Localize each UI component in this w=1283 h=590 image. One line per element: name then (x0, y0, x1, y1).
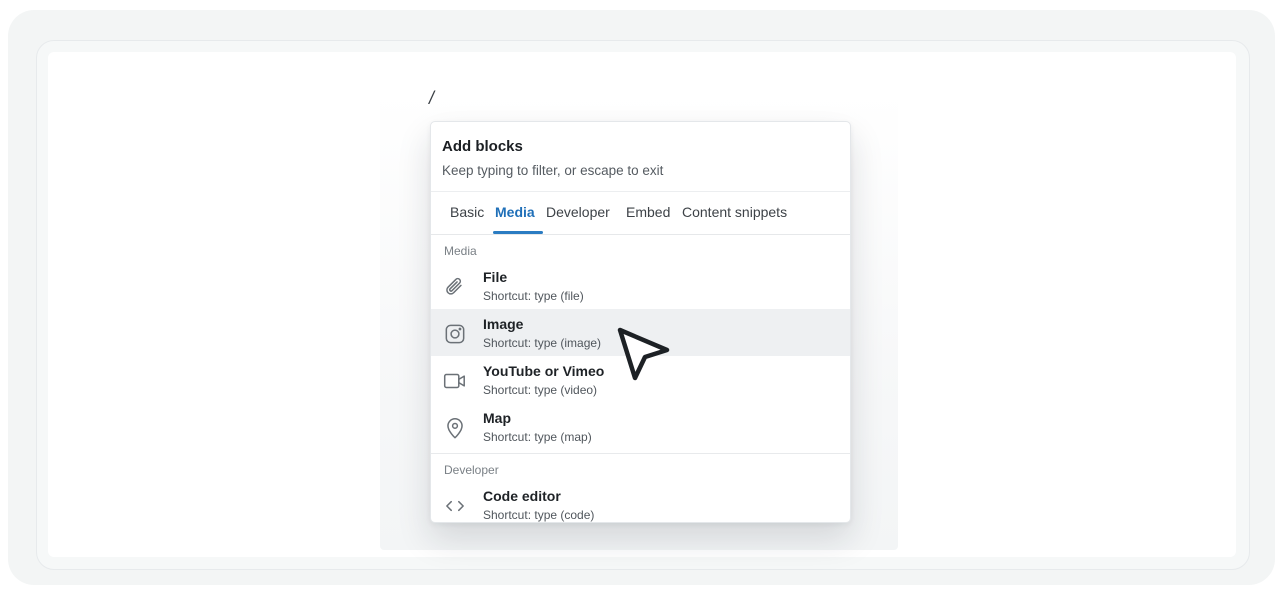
block-item-code-editor[interactable]: Code editor Shortcut: type (code) (431, 481, 850, 522)
section-label-developer: Developer (444, 463, 499, 477)
block-item-image[interactable]: Image Shortcut: type (image) (431, 309, 850, 356)
block-item-shortcut: Shortcut: type (file) (483, 289, 584, 303)
tab-media[interactable]: Media (495, 204, 535, 220)
block-item-shortcut: Shortcut: type (code) (483, 508, 595, 522)
block-item-label: YouTube or Vimeo (483, 363, 605, 379)
video-camera-icon (442, 368, 468, 394)
typed-slash: / (429, 88, 435, 108)
block-item-label: Image (483, 316, 524, 332)
section-divider (431, 453, 850, 454)
add-blocks-popup: Add blocks Keep typing to filter, or esc… (430, 121, 851, 523)
active-tab-indicator (493, 231, 543, 234)
block-item-label: File (483, 269, 508, 285)
popup-subtitle: Keep typing to filter, or escape to exit (442, 163, 664, 178)
block-item-shortcut: Shortcut: type (video) (483, 383, 598, 397)
paperclip-icon (442, 274, 468, 300)
block-item-label: Code editor (483, 488, 561, 504)
code-brackets-icon (442, 493, 468, 519)
block-item-file[interactable]: File Shortcut: type (file) (431, 262, 850, 309)
popup-header: Add blocks Keep typing to filter, or esc… (431, 122, 850, 192)
popup-title: Add blocks (442, 138, 523, 155)
block-item-shortcut: Shortcut: type (map) (483, 430, 592, 444)
tab-content-snippets[interactable]: Content snippets (682, 204, 787, 220)
block-item-map[interactable]: Map Shortcut: type (map) (431, 403, 850, 450)
block-category-tabs: Basic Media Developer Embed Content snip… (431, 193, 850, 235)
block-item-youtube-vimeo[interactable]: YouTube or Vimeo Shortcut: type (video) (431, 356, 850, 403)
image-icon (442, 321, 468, 347)
tab-basic[interactable]: Basic (450, 204, 484, 220)
block-item-label: Map (483, 410, 511, 426)
section-label-media: Media (444, 244, 477, 258)
tab-embed[interactable]: Embed (626, 204, 670, 220)
map-pin-icon (442, 415, 468, 441)
tab-developer[interactable]: Developer (546, 204, 610, 220)
block-item-shortcut: Shortcut: type (image) (483, 336, 602, 350)
